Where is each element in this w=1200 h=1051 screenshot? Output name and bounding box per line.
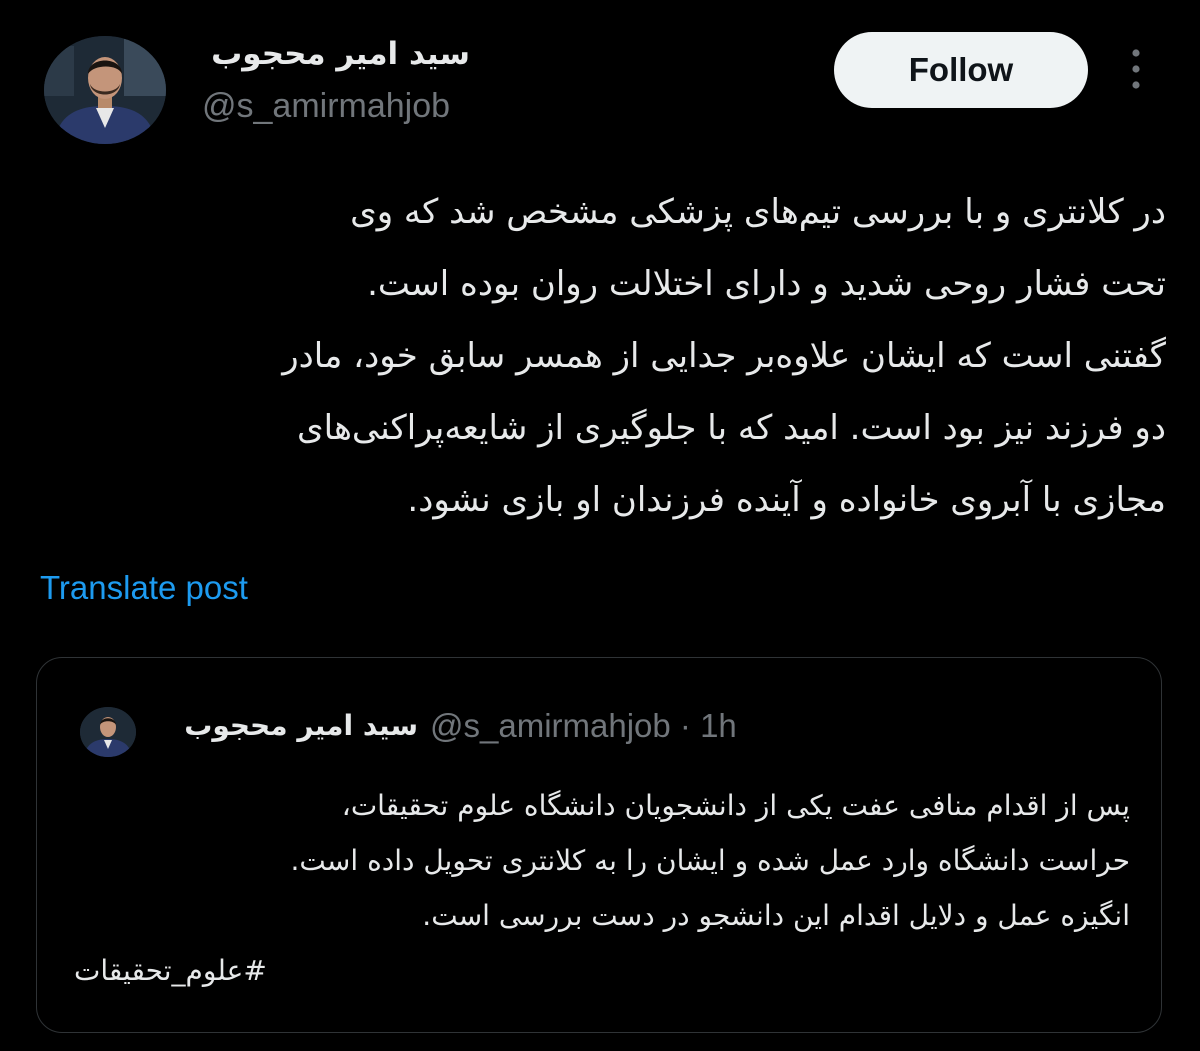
quoted-author-name: سید امیر محجوب (184, 709, 418, 742)
tweet-text-line: مجازی با آبروی خانواده و آینده فرزندان ا… (407, 480, 1166, 520)
profile-photo-icon (80, 707, 136, 757)
tweet-text-line: دو فرزند نیز بود است. امید که با جلوگیری… (297, 408, 1166, 448)
author-handle[interactable]: @s_amirmahjob (202, 84, 450, 128)
more-options-icon[interactable] (1121, 46, 1151, 92)
quoted-text-line: حراست دانشگاه وارد عمل شده و ایشان را به… (290, 844, 1130, 877)
translate-post-link[interactable]: Translate post (40, 566, 248, 610)
tweet-text-line: در کلانتری و با بررسی تیم‌های پزشکی مشخص… (350, 192, 1166, 232)
quoted-avatar[interactable] (80, 707, 136, 757)
avatar[interactable] (44, 36, 166, 144)
quoted-hashtag[interactable]: #علوم_تحقیقات (74, 946, 267, 996)
quoted-tweet-text: پس از اقدام منافی عفت یکی از دانشجویان د… (70, 778, 1130, 943)
quoted-author-meta: @s_amirmahjob · 1h (430, 707, 737, 744)
author-display-name[interactable]: سید امیر محجوب (200, 34, 470, 74)
follow-button[interactable]: Follow (834, 32, 1088, 108)
quoted-text-line: انگیزه عمل و دلایل اقدام این دانشجو در د… (422, 899, 1130, 932)
tweet-text-line: تحت فشار روحی شدید و دارای اختلالت روان … (367, 264, 1166, 304)
quoted-text-line: پس از اقدام منافی عفت یکی از دانشجویان د… (341, 789, 1130, 822)
profile-photo-icon (44, 36, 166, 144)
tweet-text: در کلانتری و با بررسی تیم‌های پزشکی مشخص… (36, 176, 1166, 536)
tweet-text-line: گفتنی است که ایشان علاوه‌بر جدایی از همس… (282, 336, 1166, 376)
